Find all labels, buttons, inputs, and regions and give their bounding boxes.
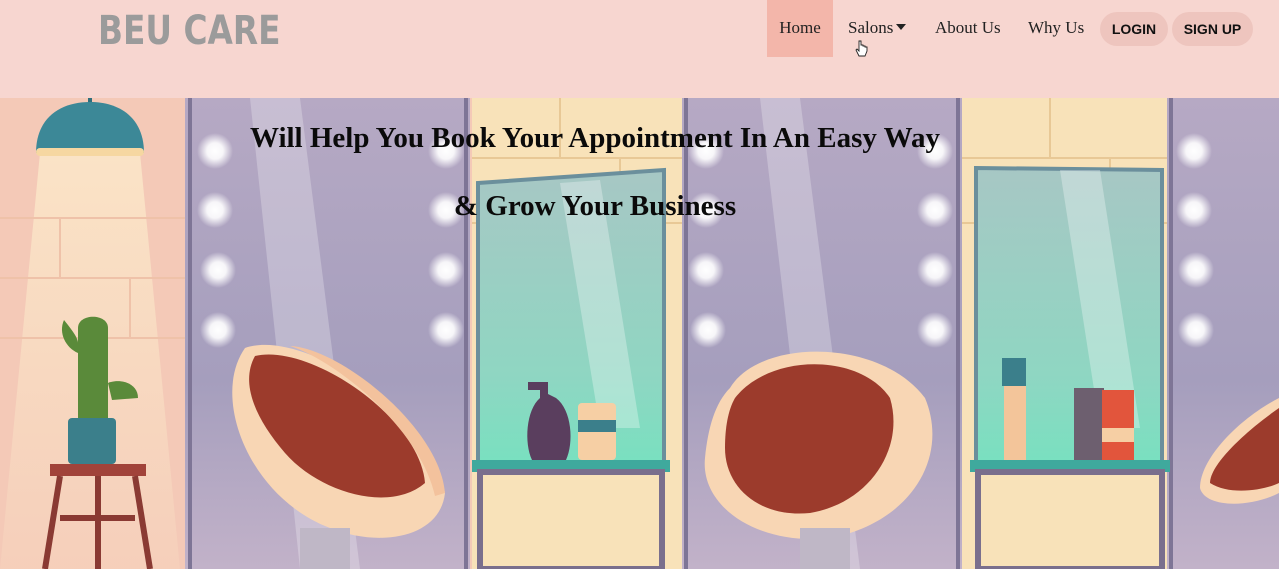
nav-about-us[interactable]: About Us <box>935 0 1001 57</box>
nav-home[interactable]: Home <box>767 0 833 57</box>
salon-illustration <box>0 98 1279 569</box>
hero-banner: Will Help You Book Your Appointment In A… <box>0 98 1279 569</box>
login-button[interactable]: LOGIN <box>1100 12 1168 46</box>
hero-subheadline: & Grow Your Business <box>453 190 737 222</box>
signup-button[interactable]: SIGN UP <box>1172 12 1253 46</box>
nav-why-us[interactable]: Why Us <box>1028 0 1084 57</box>
site-header: BEU CARE Home Salons About Us Why Us LOG… <box>0 0 1279 98</box>
hero-headline: Will Help You Book Your Appointment In A… <box>249 122 941 154</box>
hand-pointer-icon <box>855 40 868 57</box>
nav-salons-label: Salons <box>848 18 894 37</box>
brand-logo[interactable]: BEU CARE <box>98 8 281 54</box>
caret-down-icon <box>896 24 907 30</box>
